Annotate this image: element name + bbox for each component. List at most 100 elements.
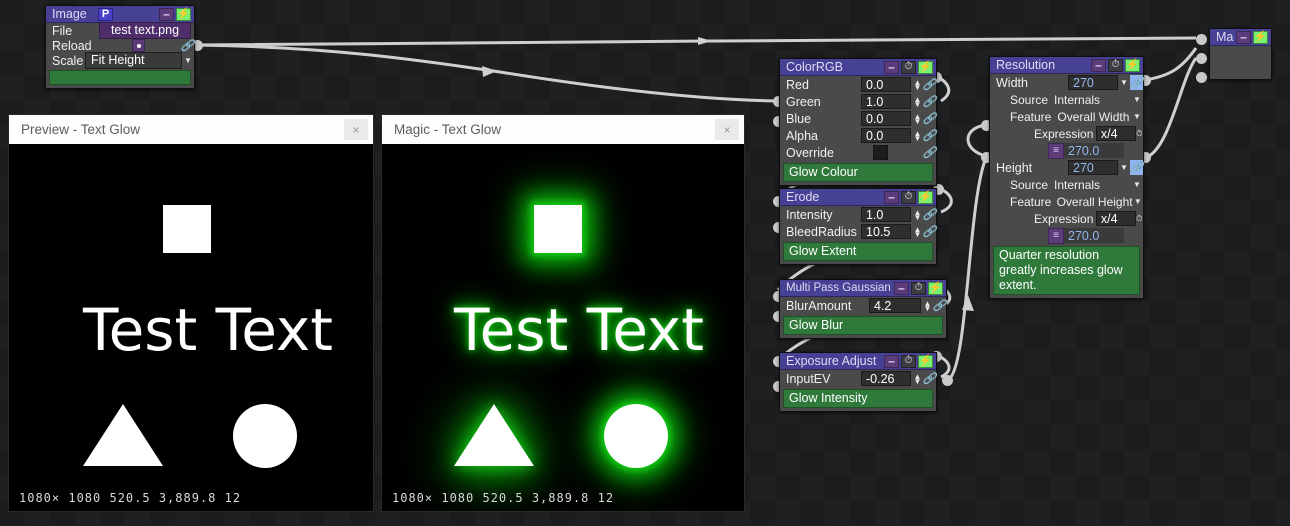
row-file[interactable]: File test text.png bbox=[46, 22, 194, 39]
bolt-icon[interactable]: ⚡ bbox=[928, 281, 943, 295]
bluramount-value[interactable]: 4.2 bbox=[869, 298, 921, 313]
clock-icon[interactable]: ⏱ bbox=[901, 190, 916, 204]
link-icon[interactable]: 🔗 bbox=[923, 111, 937, 126]
stepper-icon[interactable]: ▲ ▼ bbox=[912, 128, 923, 143]
collapse-icon[interactable]: – bbox=[884, 354, 899, 368]
bolt-icon[interactable]: ⚡ bbox=[1253, 30, 1268, 44]
close-icon[interactable]: × bbox=[344, 119, 368, 140]
scale-value[interactable]: Fit Height bbox=[85, 52, 182, 69]
port-magic-in-3[interactable] bbox=[1196, 72, 1207, 83]
reload-radio[interactable] bbox=[132, 39, 145, 52]
link-icon[interactable]: 🔗 bbox=[923, 224, 937, 239]
row-inputev[interactable]: InputEV -0.26 ▲ ▼ 🔗 bbox=[780, 370, 936, 387]
chevron-down-icon[interactable]: ▼ bbox=[1118, 78, 1130, 87]
green-value[interactable]: 1.0 bbox=[861, 94, 911, 109]
chevron-down-icon[interactable]: ▼ bbox=[1133, 197, 1143, 206]
link-icon[interactable]: 🔗 bbox=[181, 38, 195, 53]
row-height-source[interactable]: Source Internals ▼ bbox=[990, 176, 1143, 193]
stepper-icon[interactable]: ▲ ▼ bbox=[912, 77, 923, 92]
clock-icon[interactable]: ⏱ bbox=[911, 281, 926, 295]
collapse-icon[interactable]: – bbox=[884, 60, 899, 74]
close-icon[interactable]: × bbox=[715, 119, 739, 140]
height-expression-value[interactable]: x/4 bbox=[1095, 211, 1136, 226]
link-icon[interactable]: 🔗 bbox=[923, 371, 937, 386]
port-exposure-out-b[interactable] bbox=[942, 375, 953, 386]
node-erode[interactable]: Erode – ⏱ ⚡ Intensity 1.0 ▲ ▼ 🔗 BleedRadi… bbox=[779, 188, 937, 265]
bolt-icon[interactable]: ⚡ bbox=[918, 354, 933, 368]
chevron-down-icon[interactable]: ▼ bbox=[1131, 95, 1143, 104]
node-magic-titlebar[interactable]: Magic – ⚡ bbox=[1210, 29, 1271, 46]
bolt-icon[interactable]: ⚡ bbox=[918, 190, 933, 204]
stepper-icon[interactable]: ▲ ▼ bbox=[912, 111, 923, 126]
row-bleedradius[interactable]: BleedRadius 10.5 ▲ ▼ 🔗 bbox=[780, 223, 936, 240]
link-icon[interactable]: 🔗 bbox=[923, 94, 937, 109]
collapse-icon[interactable]: – bbox=[1091, 58, 1106, 72]
chevron-down-icon[interactable]: ▼ bbox=[182, 56, 194, 65]
node-colorrgb[interactable]: ColorRGB – ⏱ ⚡ Red 0.0 ▲ ▼ 🔗 Green 1.0 ▲ ▼… bbox=[779, 58, 937, 186]
intensity-value[interactable]: 1.0 bbox=[861, 207, 911, 222]
clock-icon[interactable]: ⏱ bbox=[1108, 58, 1123, 72]
clock-icon[interactable]: ⏱ bbox=[1136, 129, 1143, 139]
row-height-source-value[interactable]: Internals bbox=[1054, 178, 1100, 192]
inputev-value[interactable]: -0.26 bbox=[861, 371, 911, 386]
width-expression-value[interactable]: x/4 bbox=[1095, 126, 1136, 141]
row-height-feature[interactable]: Feature Overall Height ▼ bbox=[990, 193, 1143, 210]
red-value[interactable]: 0.0 bbox=[861, 77, 911, 92]
row-width-feature[interactable]: Feature Overall Width ▼ bbox=[990, 108, 1143, 125]
row-intensity[interactable]: Intensity 1.0 ▲ ▼ 🔗 bbox=[780, 206, 936, 223]
alpha-value[interactable]: 0.0 bbox=[861, 128, 911, 143]
link-icon[interactable]: 🔗 bbox=[923, 207, 937, 222]
bolt-icon[interactable]: ⚡ bbox=[176, 7, 191, 21]
stepper-icon[interactable]: ▲ ▼ bbox=[922, 298, 933, 313]
bolt-icon[interactable]: ⚡ bbox=[918, 60, 933, 74]
node-resolution-titlebar[interactable]: Resolution – ⏱ ⚡ bbox=[990, 57, 1143, 74]
chevron-down-icon[interactable]: ▼ bbox=[1131, 180, 1143, 189]
port-magic-in-2[interactable] bbox=[1196, 53, 1207, 64]
node-exposure[interactable]: Exposure Adjust – ⏱ ⚡ InputEV -0.26 ▲ ▼ 🔗… bbox=[779, 352, 937, 412]
node-blur-titlebar[interactable]: Multi Pass Gaussian Blur – ⏱ ⚡ bbox=[780, 280, 946, 297]
row-red[interactable]: Red 0.0 ▲ ▼ 🔗 bbox=[780, 76, 936, 93]
link-icon[interactable]: 🔗 bbox=[923, 77, 937, 92]
bleedradius-value[interactable]: 10.5 bbox=[861, 224, 911, 239]
stepper-icon[interactable]: ▲ ▼ bbox=[912, 94, 923, 109]
node-exposure-titlebar[interactable]: Exposure Adjust – ⏱ ⚡ bbox=[780, 353, 936, 370]
bolt-icon[interactable]: ⚡ bbox=[1125, 58, 1140, 72]
preview-right-titlebar[interactable]: Magic - Text Glow × bbox=[382, 115, 744, 144]
preview-window-left[interactable]: Preview - Text Glow × Test Text 1080× 10… bbox=[8, 114, 374, 512]
clock-icon[interactable]: ⏱ bbox=[1136, 214, 1143, 224]
row-scale[interactable]: Scale Fit Height ▼ bbox=[46, 52, 194, 69]
width-value[interactable]: 270 bbox=[1068, 75, 1118, 90]
link-icon-active[interactable]: 🔗 bbox=[1130, 75, 1143, 90]
node-erode-titlebar[interactable]: Erode – ⏱ ⚡ bbox=[780, 189, 936, 206]
collapse-icon[interactable]: – bbox=[159, 7, 174, 21]
stepper-icon[interactable]: ▲ ▼ bbox=[912, 371, 923, 386]
node-image-titlebar[interactable]: Image P – ⚡ bbox=[46, 6, 194, 23]
row-height-feature-value[interactable]: Overall Height bbox=[1057, 195, 1133, 209]
collapse-icon[interactable]: – bbox=[884, 190, 899, 204]
clock-icon[interactable]: ⏱ bbox=[901, 354, 916, 368]
node-colorrgb-titlebar[interactable]: ColorRGB – ⏱ ⚡ bbox=[780, 59, 936, 76]
row-width-source-value[interactable]: Internals bbox=[1054, 93, 1100, 107]
row-width-source[interactable]: Source Internals ▼ bbox=[990, 91, 1143, 108]
row-bluramount[interactable]: BlurAmount 4.2 ▲ ▼ 🔗 bbox=[780, 297, 946, 314]
row-height-expression[interactable]: Expression x/4 ⏱ bbox=[990, 210, 1143, 227]
override-checkbox[interactable] bbox=[873, 145, 888, 160]
link-icon[interactable]: 🔗 bbox=[923, 145, 937, 160]
row-alpha[interactable]: Alpha 0.0 ▲ ▼ 🔗 bbox=[780, 127, 936, 144]
collapse-icon[interactable]: – bbox=[894, 281, 909, 295]
row-override[interactable]: Override 🔗 bbox=[780, 144, 936, 161]
row-blue[interactable]: Blue 0.0 ▲ ▼ 🔗 bbox=[780, 110, 936, 127]
row-width[interactable]: Width 270 ▼ 🔗 bbox=[990, 74, 1143, 91]
node-blur[interactable]: Multi Pass Gaussian Blur – ⏱ ⚡ BlurAmoun… bbox=[779, 279, 947, 339]
row-width-expression[interactable]: Expression x/4 ⏱ bbox=[990, 125, 1143, 142]
node-resolution[interactable]: Resolution – ⏱ ⚡ Width 270 ▼ 🔗 Source In… bbox=[989, 56, 1144, 299]
node-image-p-badge[interactable]: P bbox=[98, 7, 113, 21]
stepper-icon[interactable]: ▲ ▼ bbox=[912, 224, 923, 239]
port-magic-in-1[interactable] bbox=[1196, 34, 1207, 45]
row-green[interactable]: Green 1.0 ▲ ▼ 🔗 bbox=[780, 93, 936, 110]
collapse-icon[interactable]: – bbox=[1236, 30, 1251, 44]
preview-left-titlebar[interactable]: Preview - Text Glow × bbox=[9, 115, 373, 144]
preview-window-right[interactable]: Magic - Text Glow × Test Text 1080× 1080… bbox=[381, 114, 745, 512]
node-magic[interactable]: Magic – ⚡ bbox=[1209, 28, 1272, 80]
link-icon[interactable]: 🔗 bbox=[933, 298, 947, 313]
